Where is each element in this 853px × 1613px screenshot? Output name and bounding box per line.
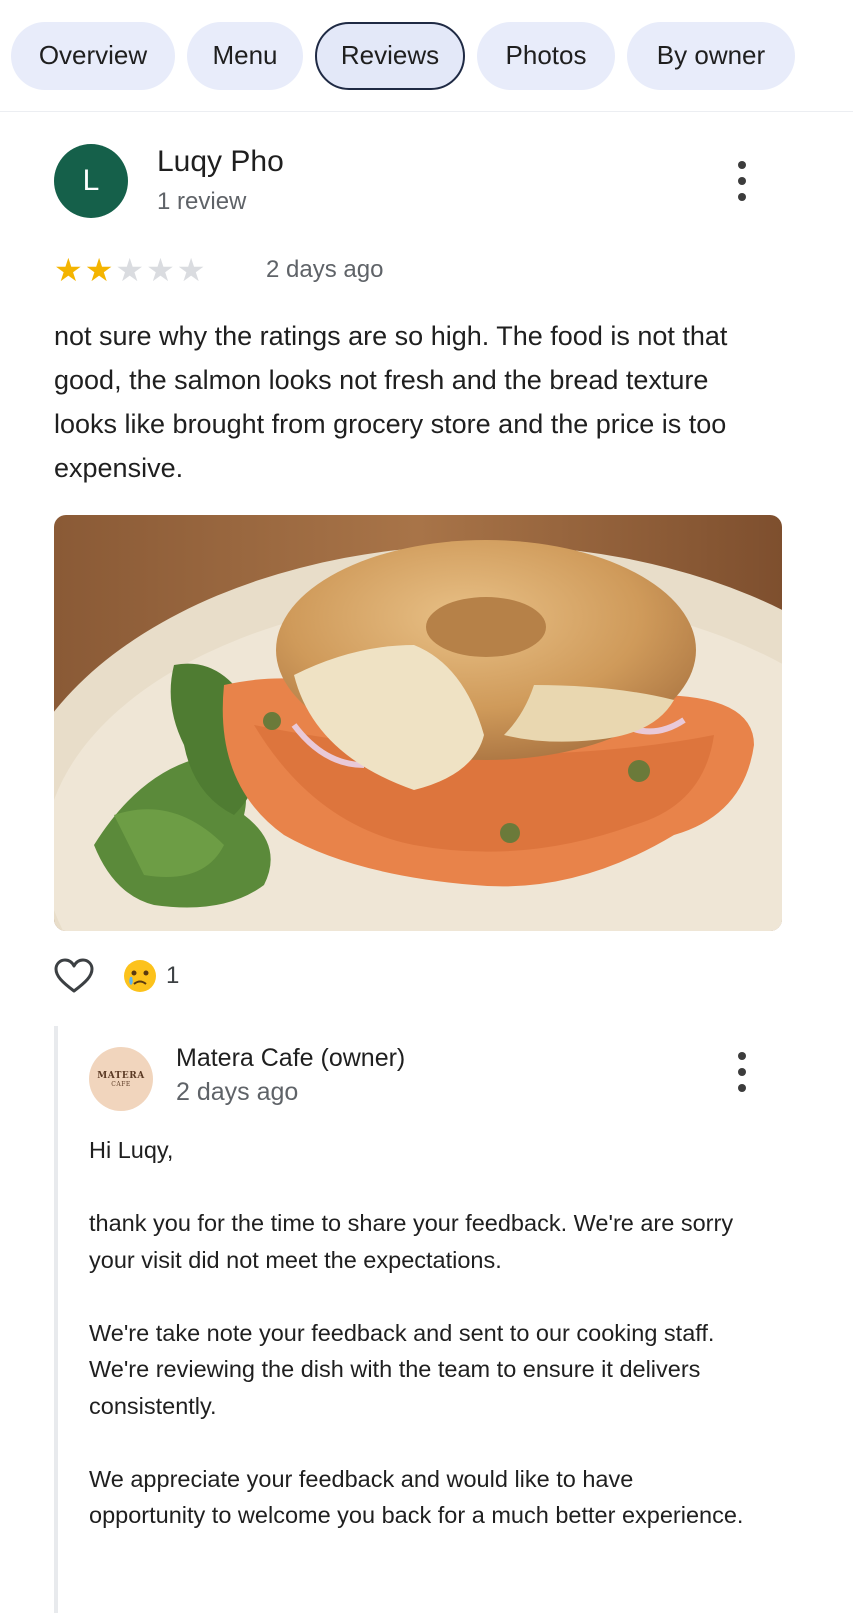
review-photo[interactable] bbox=[54, 515, 782, 931]
salmon-bagel-photo bbox=[54, 515, 782, 931]
review-text: not sure why the ratings are so high. Th… bbox=[54, 321, 728, 483]
reply-indent-bar bbox=[54, 1026, 58, 1613]
review-reactions: 1 bbox=[54, 958, 179, 994]
star-empty-icon: ★ bbox=[115, 251, 145, 289]
owner-logo[interactable]: MATERA CAFE bbox=[89, 1047, 153, 1111]
tab-bar: Overview Menu Reviews Photos By owner bbox=[0, 0, 853, 112]
reviewer-review-count: 1 review bbox=[157, 188, 247, 215]
review-date: 2 days ago bbox=[266, 256, 384, 283]
reply-paragraph: We appreciate your feedback and would li… bbox=[89, 1465, 744, 1529]
reviewer-name[interactable]: Luqy Pho bbox=[157, 145, 284, 179]
reply-paragraph: We're take note your feedback and sent t… bbox=[89, 1319, 715, 1419]
tab-by-owner[interactable]: By owner bbox=[627, 21, 795, 90]
kebab-dot bbox=[738, 1052, 746, 1060]
tab-menu[interactable]: Menu bbox=[187, 21, 303, 90]
star-empty-icon: ★ bbox=[146, 251, 175, 289]
star-filled-icon: ★ bbox=[54, 251, 83, 289]
owner-name[interactable]: Matera Cafe (owner) bbox=[176, 1044, 405, 1073]
star-rating: ★ ★ ★ ★ ★ bbox=[54, 254, 205, 286]
kebab-dot bbox=[738, 161, 746, 169]
tab-photos[interactable]: Photos bbox=[477, 21, 615, 90]
reply-paragraph: Hi Luqy, bbox=[89, 1137, 174, 1163]
owner-logo-line2: CAFE bbox=[111, 1080, 131, 1088]
reaction-count: 1 bbox=[166, 962, 180, 989]
kebab-dot bbox=[738, 1084, 746, 1092]
reply-paragraph: thank you for the time to share your fee… bbox=[89, 1210, 734, 1273]
crying-face-emoji[interactable] bbox=[122, 958, 158, 994]
tab-reviews[interactable]: Reviews bbox=[315, 21, 465, 90]
tab-overview[interactable]: Overview bbox=[11, 21, 175, 90]
star-filled-icon: ★ bbox=[84, 251, 114, 289]
heart-outline-icon[interactable] bbox=[54, 958, 94, 994]
review-more-options-button[interactable] bbox=[732, 161, 752, 201]
reviewer-avatar[interactable]: L bbox=[54, 144, 128, 218]
star-empty-icon: ★ bbox=[176, 251, 206, 289]
kebab-dot bbox=[738, 1068, 746, 1076]
reply-more-options-button[interactable] bbox=[732, 1052, 752, 1092]
owner-reply-date: 2 days ago bbox=[176, 1078, 299, 1106]
owner-logo-line1: MATERA bbox=[97, 1070, 145, 1081]
owner-reply-text: Hi Luqy, thank you for the time to share… bbox=[89, 1132, 749, 1570]
kebab-dot bbox=[738, 193, 746, 201]
kebab-dot bbox=[738, 177, 746, 185]
